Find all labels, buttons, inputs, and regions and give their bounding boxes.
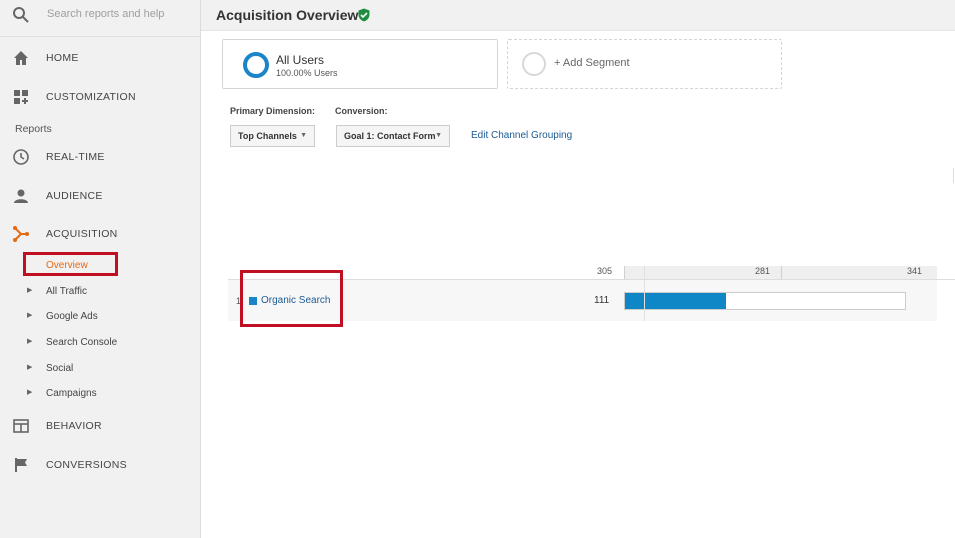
add-segment-button[interactable]: + Add Segment xyxy=(507,39,782,89)
reports-section-label: Reports xyxy=(15,123,52,135)
sidebar-item-search-console[interactable]: ▶ Search Console xyxy=(0,332,200,354)
nav-home-label: HOME xyxy=(46,52,79,64)
page-title: Acquisition Overview xyxy=(216,7,359,23)
acquisition-icon xyxy=(13,226,29,242)
nav-conversions-label: CONVERSIONS xyxy=(46,459,127,471)
conversion-dropdown[interactable]: Goal 1: Contact Form ▼ xyxy=(336,125,450,147)
column-divider xyxy=(644,266,645,321)
sidebar-item-social[interactable]: ▶ Social xyxy=(0,358,200,380)
overview-highlight-annotation xyxy=(23,252,118,276)
search-bar[interactable]: Search reports and help xyxy=(0,0,200,37)
verified-shield-icon xyxy=(358,8,370,22)
organic-search-highlight-annotation xyxy=(240,270,343,327)
flag-icon xyxy=(15,458,27,472)
nav-audience-label: AUDIENCE xyxy=(46,190,103,202)
nav-audience[interactable]: AUDIENCE xyxy=(0,181,200,211)
nav-realtime-label: REAL-TIME xyxy=(46,151,105,163)
sidebar-item-label: Social xyxy=(46,363,74,374)
sidebar: Search reports and help HOME CUSTOMIZATI… xyxy=(0,0,201,538)
expand-arrow-icon: ▶ xyxy=(27,364,33,371)
expand-arrow-icon: ▶ xyxy=(27,312,33,319)
segment-all-users[interactable]: All Users 100.00% Users xyxy=(222,39,498,89)
sidebar-item-label: Search Console xyxy=(46,337,118,348)
home-icon xyxy=(14,51,28,65)
row-value: 111 xyxy=(594,295,610,306)
sidebar-item-label: All Traffic xyxy=(46,286,87,297)
nav-acquisition-label: ACQUISITION xyxy=(46,228,118,240)
axis-tick: 341 xyxy=(907,266,923,276)
expand-arrow-icon: ▶ xyxy=(27,389,33,396)
nav-acquisition[interactable]: ACQUISITION xyxy=(0,219,200,249)
caret-down-icon: ▼ xyxy=(300,132,307,139)
sidebar-item-label: Google Ads xyxy=(46,311,98,322)
search-input[interactable]: Search reports and help xyxy=(47,8,164,20)
sidebar-item-campaigns[interactable]: ▶ Campaigns xyxy=(0,383,200,405)
primary-dimension-value: Top Channels xyxy=(238,131,297,141)
nav-home[interactable]: HOME xyxy=(0,43,200,73)
primary-dimension-label: Primary Dimension: xyxy=(230,106,316,116)
axis-tick: 305 xyxy=(597,266,613,276)
search-icon xyxy=(13,7,29,23)
conversion-label: Conversion: xyxy=(335,106,388,116)
segment-name: All Users xyxy=(276,53,325,67)
edit-channel-grouping-link[interactable]: Edit Channel Grouping xyxy=(471,130,572,141)
person-icon xyxy=(14,189,28,203)
nav-customization-label: CUSTOMIZATION xyxy=(46,91,136,103)
axis-tick: 281 xyxy=(755,266,771,276)
sidebar-item-google-ads[interactable]: ▶ Google Ads xyxy=(0,306,200,328)
add-segment-label: + Add Segment xyxy=(554,57,630,69)
main-content: Acquisition Overview All Users 100.00% U… xyxy=(201,0,955,538)
nav-behavior-label: BEHAVIOR xyxy=(46,420,102,432)
dashboard-customize-icon xyxy=(14,90,28,104)
nav-conversions[interactable]: CONVERSIONS xyxy=(0,450,200,480)
sidebar-item-all-traffic[interactable]: ▶ All Traffic xyxy=(0,281,200,303)
caret-down-icon: ▼ xyxy=(435,132,442,139)
value-bar-fill xyxy=(625,293,726,309)
primary-dimension-dropdown[interactable]: Top Channels ▼ xyxy=(230,125,315,147)
conversion-value: Goal 1: Contact Form xyxy=(344,131,436,141)
segment-ring-icon xyxy=(243,52,269,78)
nav-customization[interactable]: CUSTOMIZATION xyxy=(0,82,200,112)
sidebar-item-label: Campaigns xyxy=(46,388,97,399)
empty-segment-ring-icon xyxy=(522,52,546,76)
segment-percentage: 100.00% Users xyxy=(276,68,338,78)
report-header: Acquisition Overview xyxy=(201,0,955,31)
expand-arrow-icon: ▶ xyxy=(27,287,33,294)
nav-realtime[interactable]: REAL-TIME xyxy=(0,142,200,172)
nav-behavior[interactable]: BEHAVIOR xyxy=(0,411,200,441)
divider xyxy=(953,168,954,183)
expand-arrow-icon: ▶ xyxy=(27,338,33,345)
clock-icon xyxy=(13,149,29,165)
behavior-icon xyxy=(13,419,29,433)
value-bar xyxy=(624,292,906,310)
